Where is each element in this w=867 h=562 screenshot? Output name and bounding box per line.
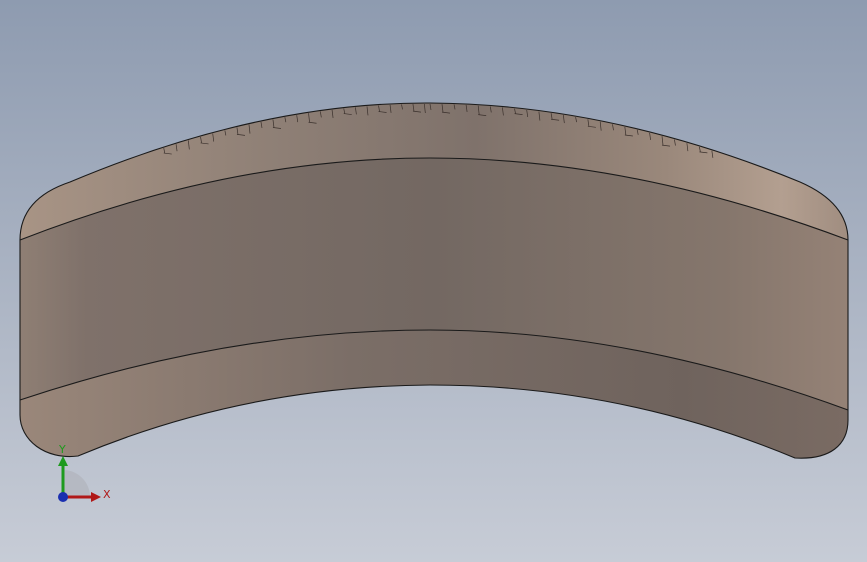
x-axis-label: X bbox=[103, 488, 111, 501]
graphics-viewport[interactable]: X Y bbox=[0, 0, 867, 562]
y-axis-label: Y bbox=[58, 443, 66, 456]
viewport-canvas[interactable]: X Y bbox=[0, 0, 867, 562]
z-axis-dot bbox=[58, 492, 68, 502]
